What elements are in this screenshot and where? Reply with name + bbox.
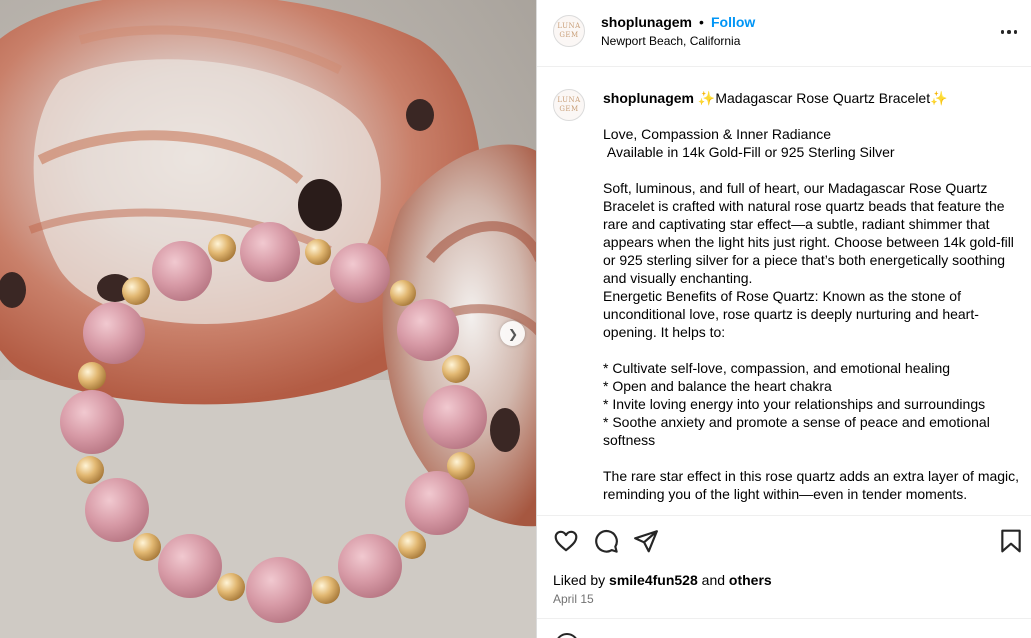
- caption-body: ✨Madagascar Rose Quartz Bracelet✨ Love, …: [603, 90, 1020, 502]
- post-date[interactable]: April 15: [553, 592, 594, 606]
- avatar-logo-line-1: LUNA: [557, 96, 581, 104]
- share-icon[interactable]: [633, 528, 659, 554]
- emoji-icon[interactable]: [555, 633, 579, 638]
- caption-text: shoplunagem ✨Madagascar Rose Quartz Brac…: [603, 89, 1025, 503]
- more-options-icon[interactable]: [999, 22, 1019, 42]
- comment-bar: [537, 618, 1031, 638]
- bookmark-icon[interactable]: [998, 528, 1024, 554]
- liked-by-others-link[interactable]: others: [729, 572, 772, 588]
- liked-by-user-link[interactable]: smile4fun528: [609, 572, 698, 588]
- header-username[interactable]: shoplunagem: [601, 14, 692, 30]
- post-image[interactable]: ❯: [0, 0, 536, 638]
- post-header: LUNA GEM shoplunagem • Follow Newport Be…: [537, 0, 1031, 67]
- caption-section: LUNA GEM shoplunagem ✨Madagascar Rose Qu…: [537, 67, 1031, 515]
- next-image-button[interactable]: ❯: [500, 321, 525, 346]
- comment-icon[interactable]: [593, 528, 619, 554]
- avatar-logo-line-2: GEM: [559, 31, 579, 39]
- liked-by-text: Liked by smile4fun528 and others: [553, 572, 772, 588]
- avatar-logo-line-1: LUNA: [557, 22, 581, 30]
- avatar[interactable]: LUNA GEM: [553, 15, 585, 47]
- location-link[interactable]: Newport Beach, California: [601, 34, 740, 48]
- liked-by-prefix: Liked by: [553, 572, 606, 588]
- separator-dot: •: [699, 14, 704, 30]
- caption-username[interactable]: shoplunagem: [603, 90, 694, 106]
- caption-avatar[interactable]: LUNA GEM: [553, 89, 585, 121]
- chevron-right-icon: ❯: [507, 326, 519, 341]
- avatar-logo-line-2: GEM: [559, 105, 579, 113]
- bracelet-photo: [0, 0, 536, 638]
- heart-icon[interactable]: [553, 528, 579, 554]
- liked-by-and: and: [701, 572, 726, 588]
- post-detail-panel: LUNA GEM shoplunagem • Follow Newport Be…: [536, 0, 1031, 638]
- follow-button[interactable]: Follow: [711, 14, 755, 30]
- action-bar: Liked by smile4fun528 and others April 1…: [537, 515, 1031, 618]
